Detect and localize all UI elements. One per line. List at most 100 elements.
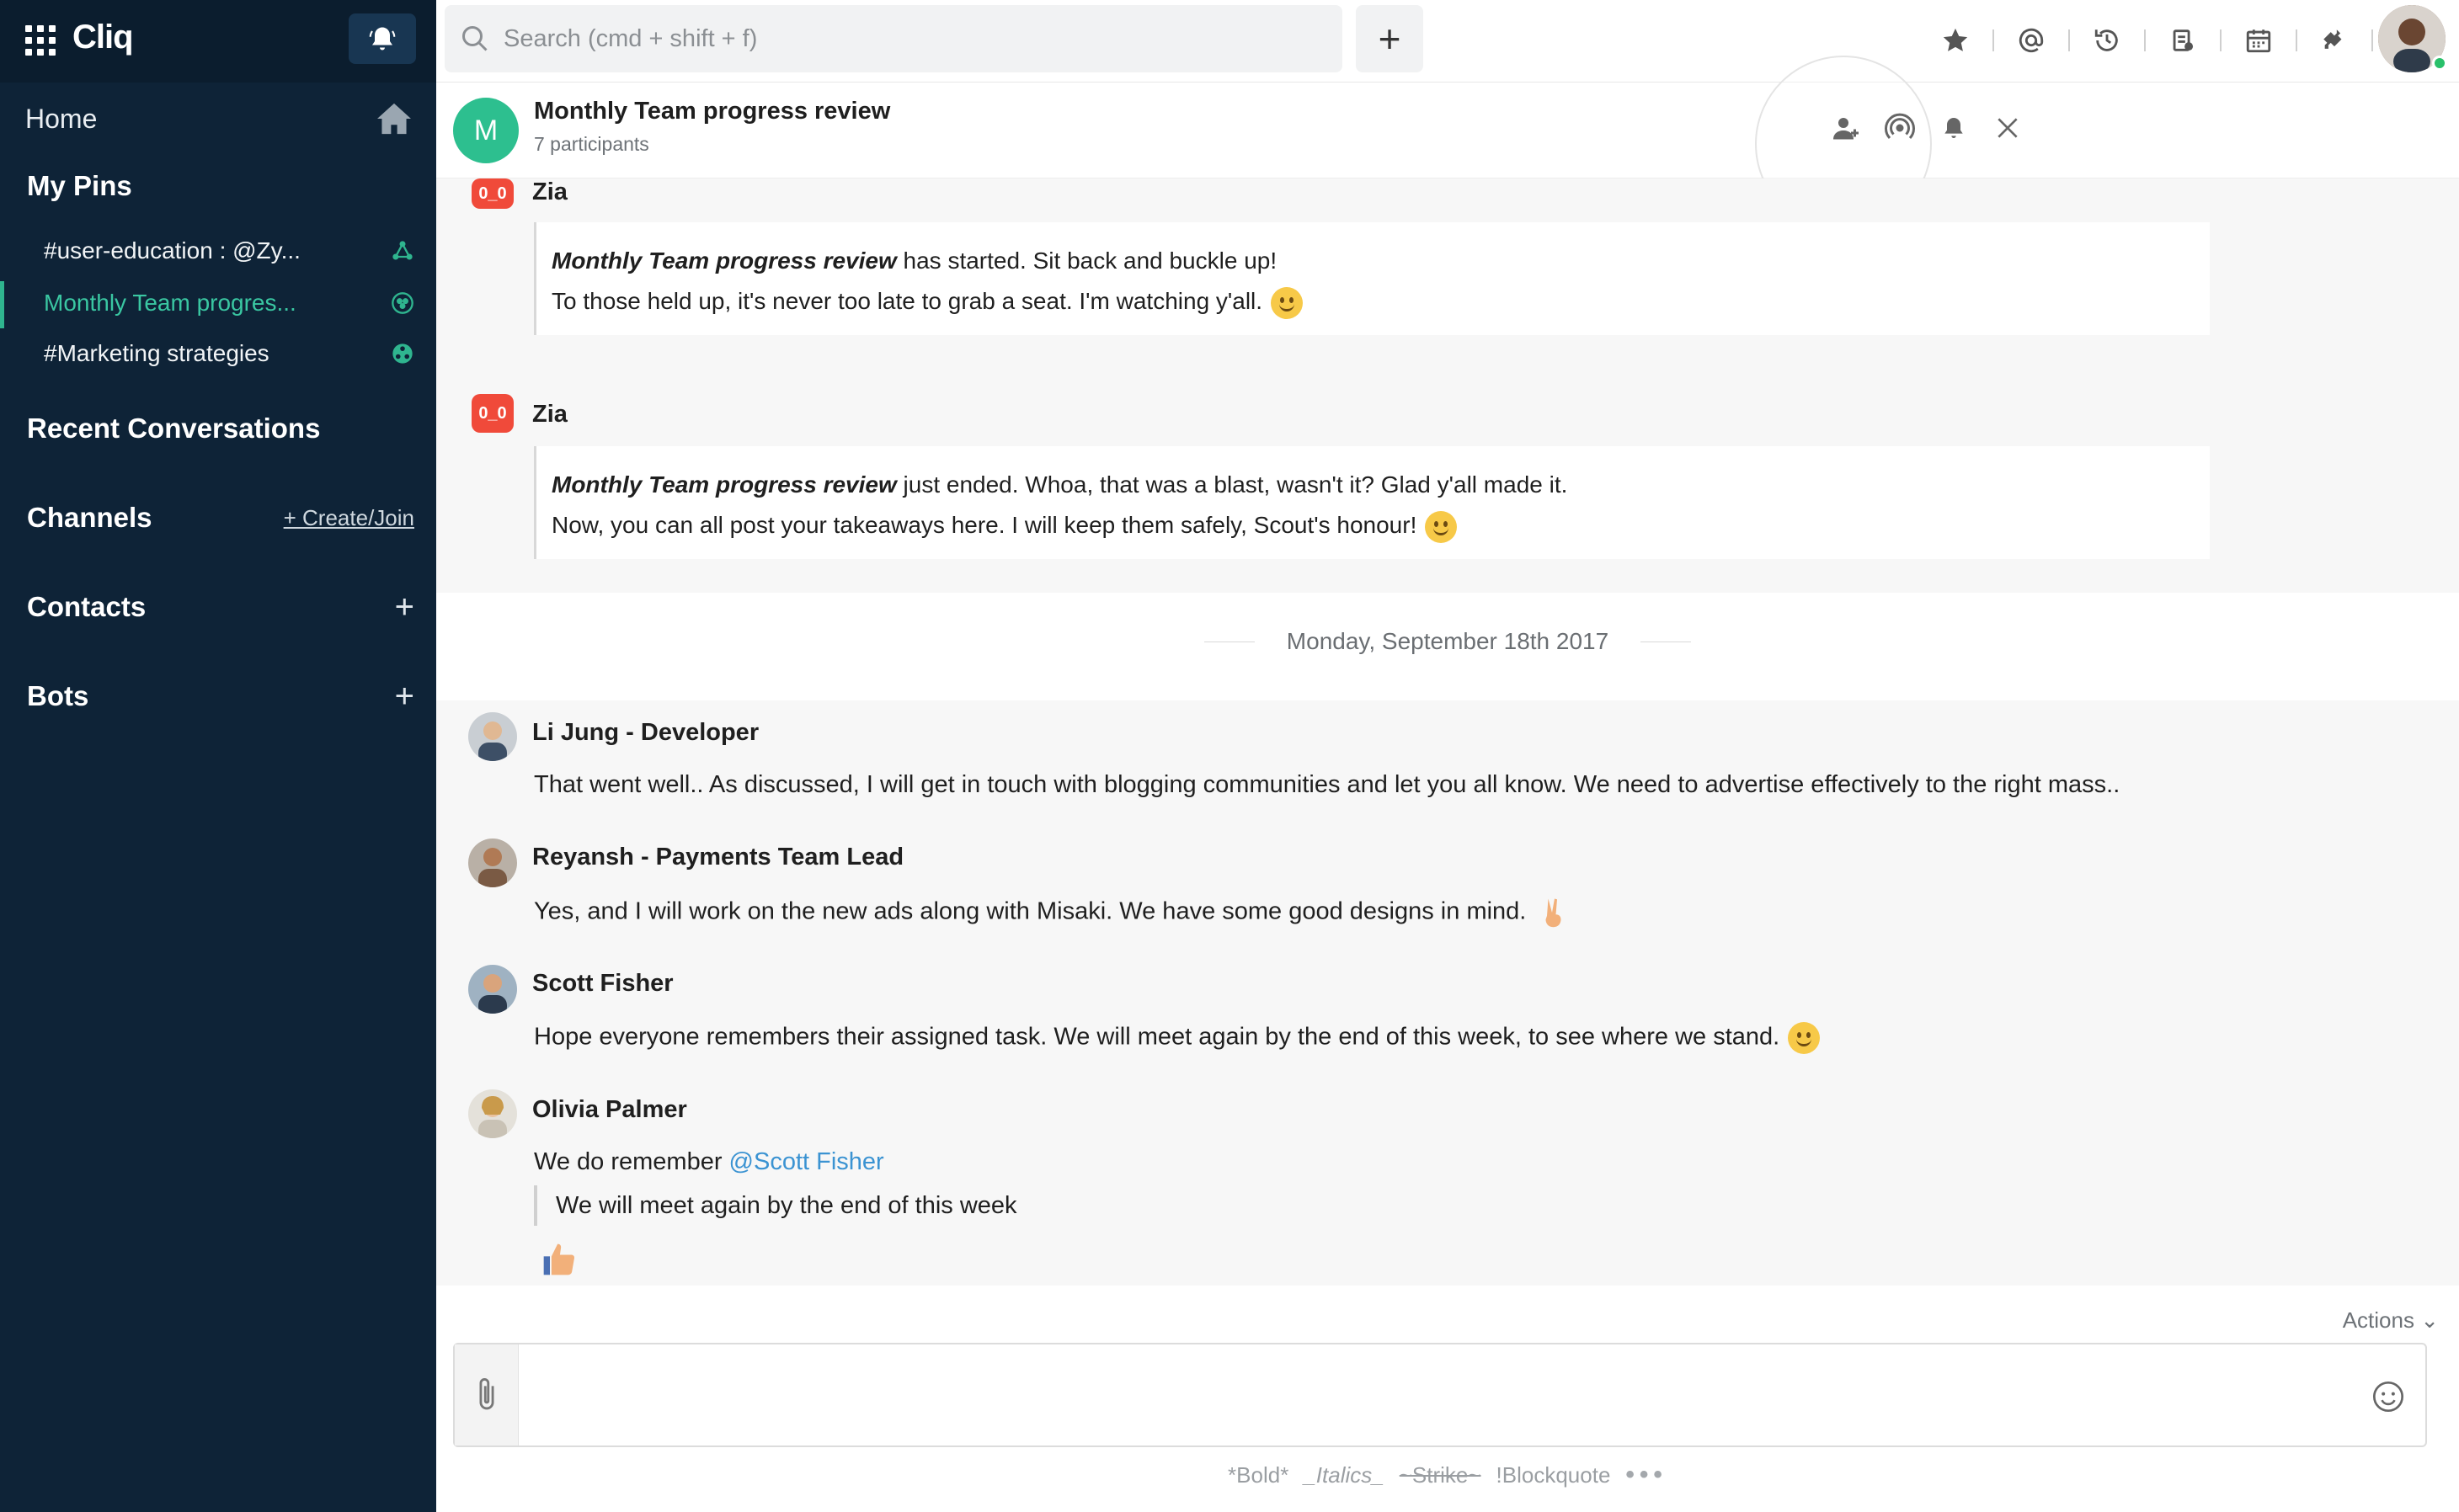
- more-options-icon[interactable]: •••: [1625, 1461, 1667, 1489]
- search-input[interactable]: Search (cmd + shift + f): [504, 25, 757, 53]
- sidebar: Cliq Home My Pins #user-education : @Zy.…: [0, 0, 436, 1512]
- pin-label: #Marketing strategies: [44, 340, 269, 366]
- chat-avatar: M: [453, 98, 519, 163]
- paperclip-icon: [479, 1378, 493, 1410]
- search-icon: [462, 26, 488, 51]
- chevron-down-icon: ⌄: [2420, 1307, 2439, 1333]
- message-text: We do remember: [534, 1148, 729, 1175]
- participants-count[interactable]: 7 participants: [534, 133, 649, 156]
- message-composer: [453, 1343, 2427, 1447]
- avatar[interactable]: [468, 712, 517, 761]
- avatar[interactable]: [468, 839, 517, 887]
- search-box[interactable]: Search (cmd + shift + f): [445, 5, 1342, 72]
- bots-section: Bots +: [27, 675, 414, 717]
- message-input[interactable]: [522, 1353, 2358, 1437]
- message-text: has started. Sit back and buckle up!: [896, 248, 1278, 274]
- add-bot-plus-icon[interactable]: +: [395, 679, 414, 713]
- avatar[interactable]: [468, 965, 517, 1014]
- message-text: Now, you can all post your takeaways her…: [552, 512, 1417, 538]
- italics-hint[interactable]: _Italics_: [1304, 1462, 1384, 1488]
- add-button[interactable]: +: [1356, 5, 1423, 72]
- chat-header-actions: [1827, 109, 2043, 146]
- channel-icon: [392, 343, 413, 364]
- smile-emoji-icon: [1788, 1022, 1821, 1054]
- my-pins-heading: My Pins: [27, 170, 132, 201]
- message-sender[interactable]: Scott Fisher: [532, 970, 674, 998]
- meeting-title: Monthly Team progress review: [552, 248, 897, 274]
- message-list[interactable]: 0_0 Zia Monthly Team progress review has…: [436, 178, 2459, 1286]
- chat-title[interactable]: Monthly Team progress review: [534, 98, 890, 125]
- channels-heading[interactable]: Channels: [27, 502, 152, 534]
- bell-icon: [369, 27, 396, 51]
- date-label: Monday, September 18th 2017: [1286, 628, 1609, 654]
- close-icon[interactable]: [1989, 109, 2026, 146]
- zia-message-card: Monthly Team progress review has started…: [534, 222, 2210, 335]
- notifications-button[interactable]: [349, 13, 416, 64]
- calendar-icon[interactable]: [2237, 19, 2280, 62]
- actions-dropdown[interactable]: Actions ⌄: [2343, 1307, 2439, 1334]
- mentions-icon[interactable]: [2009, 19, 2053, 62]
- date-divider: Monday, September 18th 2017: [436, 628, 2459, 655]
- bold-hint[interactable]: *Bold*: [1228, 1462, 1288, 1488]
- apps-grid-icon[interactable]: [25, 25, 56, 56]
- mention-link[interactable]: @Scott Fisher: [729, 1148, 884, 1175]
- pin-marketing-strategies[interactable]: #Marketing strategies: [44, 335, 414, 372]
- strike-hint[interactable]: ~Strike~: [1400, 1462, 1481, 1488]
- sidebar-item-home[interactable]: Home: [25, 99, 413, 138]
- victory-hand-emoji-icon: [1545, 898, 1561, 928]
- bell-icon[interactable]: [1935, 109, 1972, 146]
- create-join-link[interactable]: + Create/Join: [284, 505, 414, 531]
- active-indicator: [0, 281, 4, 328]
- contacts-section: Contacts +: [27, 586, 414, 628]
- message-sender[interactable]: Olivia Palmer: [532, 1096, 687, 1124]
- message-text-row: Yes, and I will work on the new ads alon…: [534, 896, 1570, 929]
- pin-label: #user-education : @Zy...: [44, 237, 301, 264]
- message-text: To those held up, it's never too late to…: [552, 288, 1263, 314]
- message-sender[interactable]: Li Jung - Developer: [532, 719, 759, 747]
- zia-bot-avatar[interactable]: 0_0: [472, 178, 514, 209]
- integrations-plug-icon[interactable]: [2312, 19, 2356, 62]
- add-participant-icon[interactable]: [1827, 109, 1864, 146]
- pin-monthly-team-progress[interactable]: Monthly Team progres...: [44, 285, 414, 322]
- zia-message-card: Monthly Team progress review just ended.…: [534, 446, 2210, 559]
- meeting-title: Monthly Team progress review: [552, 471, 897, 498]
- pin-label: Monthly Team progres...: [44, 290, 296, 316]
- group-chat-icon: [392, 292, 413, 314]
- message-text: Hope everyone remembers their assigned t…: [534, 1023, 1780, 1051]
- broadcast-icon[interactable]: [1881, 109, 1918, 146]
- message-sender[interactable]: Zia: [532, 401, 568, 429]
- avatar[interactable]: [468, 1089, 517, 1138]
- pin-user-education[interactable]: #user-education : @Zy...: [44, 232, 414, 269]
- recent-conversations-heading[interactable]: Recent Conversations: [27, 413, 320, 445]
- home-icon: [377, 103, 411, 135]
- zia-bot-avatar[interactable]: 0_0: [472, 394, 514, 433]
- message-text: just ended. Whoa, that was a blast, wasn…: [896, 471, 1568, 498]
- bots-heading[interactable]: Bots: [27, 680, 88, 712]
- star-icon[interactable]: [1934, 19, 1977, 62]
- formatting-hints: *Bold* _Italics_ ~Strike~ !Blockquote ••…: [436, 1461, 2459, 1489]
- history-icon[interactable]: [2085, 19, 2129, 62]
- actions-label: Actions: [2342, 1307, 2414, 1333]
- contacts-heading[interactable]: Contacts: [27, 591, 146, 623]
- message-sender[interactable]: Zia: [532, 178, 568, 206]
- emoji-picker-icon[interactable]: [2371, 1380, 2405, 1414]
- chat-header: M Monthly Team progress review 7 partici…: [436, 83, 2459, 178]
- channels-section: Channels + Create/Join: [27, 497, 414, 539]
- plus-icon: +: [1378, 17, 1401, 61]
- files-icon[interactable]: [2161, 19, 2205, 62]
- top-icon-bar: [1918, 17, 2373, 64]
- home-label: Home: [25, 103, 98, 134]
- quoted-text: We will meet again by the end of this we…: [534, 1185, 1017, 1226]
- message-text-row: We do remember @Scott Fisher: [534, 1148, 884, 1176]
- sidebar-header: Cliq: [0, 0, 436, 83]
- cliq-app: Cliq Home My Pins #user-education : @Zy.…: [0, 0, 2459, 1512]
- blockquote-hint[interactable]: !Blockquote: [1496, 1462, 1611, 1488]
- composer-area: Actions ⌄ *Bold* _Italics_ ~Strike~ !Blo…: [436, 1286, 2459, 1512]
- add-contact-plus-icon[interactable]: +: [395, 590, 414, 624]
- thumbs-up-reaction-icon[interactable]: [541, 1241, 578, 1278]
- message-sender[interactable]: Reyansh - Payments Team Lead: [532, 844, 904, 871]
- channel-icon: [392, 241, 413, 260]
- online-status-dot: [2432, 56, 2447, 71]
- message-text: That went well.. As discussed, I will ge…: [534, 771, 2120, 798]
- attach-button[interactable]: [455, 1344, 519, 1445]
